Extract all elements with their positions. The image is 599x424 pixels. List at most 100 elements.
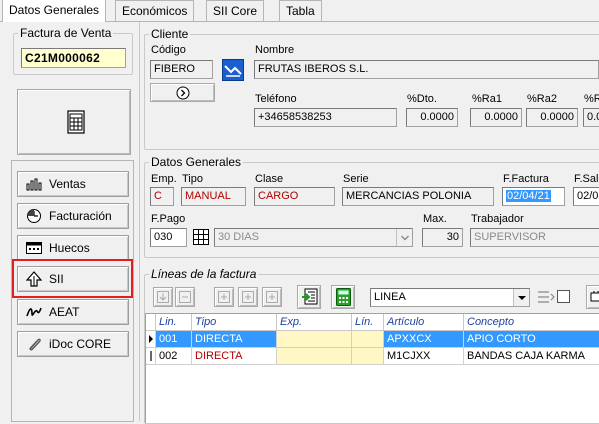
trabajador-label: Trabajador xyxy=(471,213,524,225)
emp-label: Emp. xyxy=(151,173,177,185)
calculator-button[interactable] xyxy=(331,285,355,309)
cell-lin2 xyxy=(352,331,384,348)
tab-datos-generales[interactable]: Datos Generales xyxy=(2,0,107,22)
ffactura-value: 02/04/21 xyxy=(506,190,551,202)
chevron-down-icon[interactable] xyxy=(513,289,529,306)
codigo-field[interactable]: FIBERO xyxy=(150,60,213,79)
ra1-field[interactable]: 0.0000 xyxy=(470,108,522,127)
col-header-tipo[interactable]: Tipo xyxy=(192,314,277,331)
dto-label: %Dto. xyxy=(407,93,437,105)
ra1-label: %Ra1 xyxy=(472,93,502,105)
chevron-down-icon[interactable] xyxy=(396,229,412,246)
fpago-code-field[interactable]: 030 xyxy=(150,228,187,247)
ffactura-field[interactable]: 02/04/21 xyxy=(502,187,565,206)
cell-exp xyxy=(277,331,352,348)
ra2-field[interactable]: 0.0000 xyxy=(526,108,578,127)
tab-economicos[interactable]: Económicos xyxy=(115,0,195,21)
fsal-field[interactable]: 02/0 xyxy=(573,187,599,206)
telefono-field[interactable]: +34658538253 xyxy=(254,108,397,127)
cell-lin2 xyxy=(352,348,384,365)
columns-toggle-icon[interactable] xyxy=(537,289,555,308)
fpago-desc-field[interactable]: 30 DIAS xyxy=(214,228,413,247)
cell-exp xyxy=(277,348,352,365)
import-button[interactable] xyxy=(297,285,321,309)
idoc-core-label: iDoc CORE xyxy=(49,337,112,351)
nombre-field[interactable]: FRUTAS IBEROS S.L. xyxy=(254,60,599,79)
tool-icon xyxy=(590,290,599,307)
facturacion-label: Facturación xyxy=(49,209,112,223)
huecos-label: Huecos xyxy=(49,241,90,255)
row-indicator xyxy=(146,331,156,348)
ventas-label: Ventas xyxy=(49,177,86,191)
row-indicator xyxy=(146,348,156,365)
idoc-core-button[interactable]: iDoc CORE xyxy=(17,331,129,357)
r-label: %R xyxy=(584,93,599,105)
calculator-icon xyxy=(336,288,351,309)
fpago-label: F.Pago xyxy=(151,213,186,225)
clock-icon xyxy=(26,208,42,224)
arrow-down-icon xyxy=(157,291,169,306)
col-header-lin[interactable]: Lin. xyxy=(156,314,192,331)
minus-icon xyxy=(179,291,191,306)
col-header-concepto[interactable]: Concepto xyxy=(464,314,599,331)
tab-sii-core[interactable]: SII Core xyxy=(206,0,265,21)
add-line-button[interactable] xyxy=(214,287,234,307)
cell-concepto: BANDAS CAJA KARMA xyxy=(464,348,599,365)
col-header-articulo[interactable]: Artículo xyxy=(384,314,464,331)
grid-picker-icon[interactable] xyxy=(193,229,209,248)
line-type-value: LINEA xyxy=(374,291,406,303)
aeat-label: AEAT xyxy=(49,305,80,319)
fsal-label: F.Sal xyxy=(574,173,599,185)
invoice-number-field[interactable]: C21M000062 xyxy=(21,48,126,68)
plus-icon xyxy=(266,291,278,306)
serie-field[interactable]: MERCANCIAS POLONIA xyxy=(342,187,494,206)
tab-tabla[interactable]: Tabla xyxy=(279,0,322,21)
cliente-title: Cliente xyxy=(149,27,191,41)
vertical-separator xyxy=(139,22,140,421)
huecos-button[interactable]: Huecos xyxy=(17,235,129,261)
max-field[interactable]: 30 xyxy=(422,228,463,247)
cell-articulo: M1CJXX xyxy=(384,348,464,365)
ventas-button[interactable]: Ventas xyxy=(17,171,129,197)
facturacion-button[interactable]: Facturación xyxy=(17,203,129,229)
add-line-button-3[interactable] xyxy=(262,287,282,307)
signature-icon xyxy=(26,304,42,320)
client-search-icon[interactable] xyxy=(222,59,244,81)
move-down-button[interactable] xyxy=(153,287,173,307)
cell-tipo: DIRECTA xyxy=(192,348,277,365)
option-checkbox[interactable] xyxy=(557,290,570,303)
cell-lin: 001 xyxy=(156,331,192,348)
lineas-title: Líneas de la factura xyxy=(149,267,259,281)
client-detail-button[interactable] xyxy=(150,83,215,102)
print-button[interactable] xyxy=(17,89,131,155)
tipo-field[interactable]: MANUAL xyxy=(181,187,246,206)
col-header-exp[interactable]: Exp. xyxy=(277,314,352,331)
r-field[interactable]: 0.0000 xyxy=(583,108,599,127)
codigo-label: Código xyxy=(151,44,186,56)
col-header-lin2[interactable]: Lín. xyxy=(352,314,384,331)
datos-title: Datos Generales xyxy=(149,155,244,169)
clase-field[interactable]: CARGO xyxy=(254,187,335,206)
serie-label: Serie xyxy=(343,173,369,185)
trabajador-field[interactable]: SUPERVISOR xyxy=(470,228,599,247)
aeat-button[interactable]: AEAT xyxy=(17,299,129,325)
dto-field[interactable]: 0.0000 xyxy=(406,108,458,127)
line-type-select[interactable]: LINEA xyxy=(370,288,530,307)
add-line-button-2[interactable] xyxy=(238,287,258,307)
telefono-label: Teléfono xyxy=(255,93,297,105)
printer-icon xyxy=(65,110,87,137)
emp-field[interactable]: C xyxy=(150,187,174,206)
max-label: Max. xyxy=(423,213,447,225)
invoice-title: Factura de Venta xyxy=(18,26,114,40)
ra2-label: %Ra2 xyxy=(527,93,557,105)
nombre-label: Nombre xyxy=(255,44,295,56)
tree-icon xyxy=(26,271,42,287)
sii-button[interactable]: SII xyxy=(17,266,129,292)
remove-line-button[interactable] xyxy=(175,287,195,307)
cell-tipo: DIRECTA xyxy=(192,331,277,348)
settings-button[interactable] xyxy=(586,285,599,309)
cell-articulo: APXXCX xyxy=(384,331,464,348)
document-import-icon xyxy=(301,288,319,309)
sii-label: SII xyxy=(49,272,64,286)
grid-corner xyxy=(146,314,156,331)
